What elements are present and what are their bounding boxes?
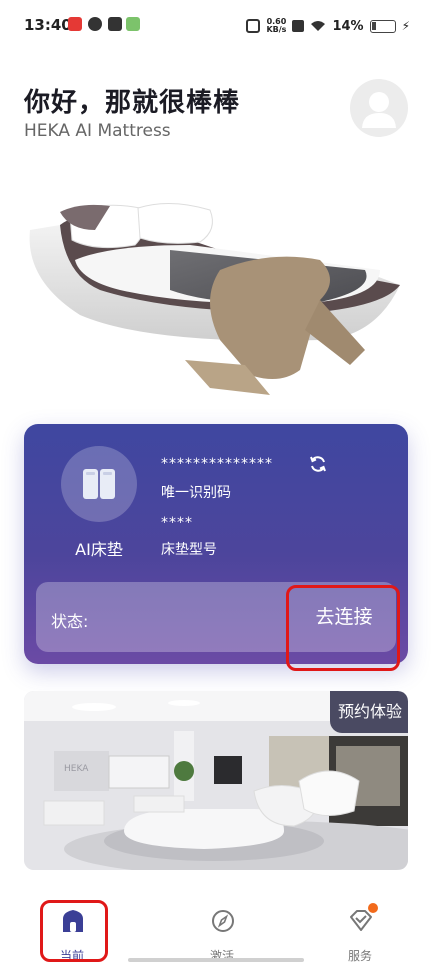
device-name: AI床垫 (75, 540, 123, 559)
model-label: 床垫型号 (161, 542, 217, 558)
compass-icon (212, 910, 234, 932)
user-avatar-icon (362, 92, 396, 128)
page-title: 你好，那就很棒棒 (24, 88, 241, 118)
experience-banner[interactable]: HEKA 预约体验 (24, 691, 408, 870)
refresh-icon[interactable] (308, 454, 328, 474)
device-id-label: 唯一识别码 (161, 485, 231, 501)
app-notification-icon (68, 17, 82, 31)
notification-badge (368, 903, 378, 913)
device-id-value: ************** (161, 456, 273, 472)
network-speed: 0.60 KB/s (266, 18, 286, 34)
connection-status-row: 状态: 去连接 (36, 582, 396, 652)
tab-current-label: 当前 (59, 949, 84, 963)
mattress-icon (83, 469, 115, 499)
status-right-group: 0.60 KB/s 14% ⚡ (246, 16, 410, 36)
connect-button[interactable]: 去连接 (295, 590, 393, 644)
bottom-nav: 当前 激活 服务 (0, 890, 432, 964)
tab-current[interactable]: 当前 (32, 900, 112, 963)
tab-activate[interactable]: 激活 (182, 900, 262, 963)
battery-percent: 14% (332, 18, 364, 34)
tab-service[interactable]: 服务 (320, 900, 400, 963)
model-value: **** (161, 515, 193, 531)
message-icon (108, 17, 122, 31)
app-notification-icon (126, 17, 140, 31)
home-icon (63, 910, 83, 932)
status-bar: 13:40 0.60 KB/s 14% ⚡ (0, 0, 432, 52)
brand-subtitle: HEKA AI Mattress (24, 121, 171, 141)
wifi-icon (311, 21, 326, 31)
device-card[interactable]: AI床垫 ************** 唯一识别码 **** 床垫型号 状态: … (24, 424, 408, 664)
showroom-sign: HEKA (64, 764, 89, 774)
home-indicator (128, 958, 304, 962)
book-experience-button[interactable]: 预约体验 (329, 691, 408, 733)
mattress-icon-container (61, 446, 137, 522)
tab-service-label: 服务 (347, 949, 372, 963)
status-time: 13:40 (24, 16, 72, 34)
vibrate-icon (246, 19, 261, 33)
status-label: 状态: (51, 612, 89, 631)
mattress-hero-image (29, 202, 400, 395)
charging-icon: ⚡ (401, 19, 410, 33)
battery-icon (369, 19, 396, 33)
network-speed-unit: KB/s (266, 25, 287, 34)
app-notification-icon (88, 17, 102, 31)
sim-off-icon (292, 20, 305, 32)
user-avatar[interactable] (350, 79, 408, 137)
